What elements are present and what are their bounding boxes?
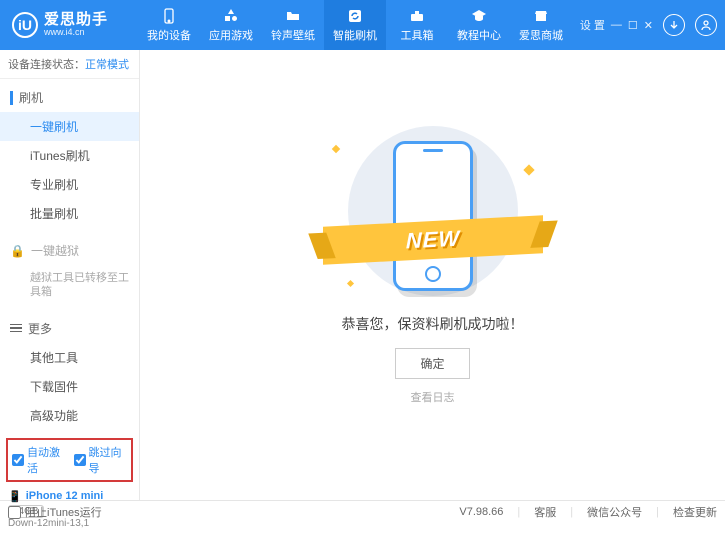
checkbox[interactable] bbox=[74, 454, 86, 466]
settings-label[interactable]: 设 置 bbox=[580, 17, 605, 33]
sidebar-item-firmware[interactable]: 下载固件 bbox=[0, 372, 139, 401]
sidebar-item-pro[interactable]: 专业刷机 bbox=[0, 170, 139, 199]
body: 设备连接状态：正常模式 刷机 一键刷机 iTunes刷机 专业刷机 批量刷机 🔒… bbox=[0, 50, 725, 500]
maximize-button[interactable]: ☐ bbox=[628, 19, 638, 32]
jailbreak-note: 越狱工具已转移至工具箱 bbox=[0, 265, 139, 306]
main-nav: 我的设备 应用游戏 铃声壁纸 智能刷机 工具箱 教程中心 爱思商城 bbox=[138, 0, 580, 50]
logo-icon: iU bbox=[12, 12, 38, 38]
version-label: V7.98.66 bbox=[459, 506, 503, 518]
titlebar: iU 爱思助手 www.i4.cn 我的设备 应用游戏 铃声壁纸 智能刷机 工具… bbox=[0, 0, 725, 50]
connection-status: 设备连接状态：正常模式 bbox=[0, 50, 139, 79]
window-controls: 设 置 — ☐ ✕ bbox=[580, 14, 717, 36]
lock-icon: 🔒 bbox=[10, 244, 25, 258]
check-update-link[interactable]: 检查更新 bbox=[673, 504, 717, 520]
nav-ringtones[interactable]: 铃声壁纸 bbox=[262, 0, 324, 50]
nav-label: 应用游戏 bbox=[209, 27, 253, 43]
sidebar-head-label: 更多 bbox=[28, 320, 52, 337]
sidebar-item-oneclick[interactable]: 一键刷机 bbox=[0, 112, 139, 141]
checkbox[interactable] bbox=[8, 506, 21, 519]
app-title: 爱思助手 bbox=[44, 12, 108, 29]
sidebar-head-flash[interactable]: 刷机 bbox=[0, 83, 139, 112]
sidebar-item-other[interactable]: 其他工具 bbox=[0, 343, 139, 372]
phone-icon: 📱 bbox=[8, 490, 22, 503]
nav-label: 我的设备 bbox=[147, 27, 191, 43]
nav-label: 铃声壁纸 bbox=[271, 27, 315, 43]
menu-icon bbox=[10, 322, 22, 335]
nav-label: 智能刷机 bbox=[333, 27, 377, 43]
conn-label: 设备连接状态： bbox=[8, 59, 85, 71]
nav-toolbox[interactable]: 工具箱 bbox=[386, 0, 448, 50]
block-itunes-check[interactable]: 阻止iTunes运行 bbox=[8, 504, 102, 520]
nav-label: 教程中心 bbox=[457, 27, 501, 43]
bar-icon bbox=[10, 91, 13, 105]
support-link[interactable]: 客服 bbox=[534, 504, 556, 520]
wechat-link[interactable]: 微信公众号 bbox=[587, 504, 642, 520]
apps-icon bbox=[222, 7, 240, 25]
checkbox[interactable] bbox=[12, 454, 24, 466]
nav-label: 爱思商城 bbox=[519, 27, 563, 43]
refresh-icon bbox=[346, 7, 364, 25]
nav-apps[interactable]: 应用游戏 bbox=[200, 0, 262, 50]
success-message: 恭喜您，保资料刷机成功啦！ bbox=[342, 314, 524, 334]
nav-smart-flash[interactable]: 智能刷机 bbox=[324, 0, 386, 50]
sidebar-head-more[interactable]: 更多 bbox=[0, 314, 139, 343]
nav-label: 工具箱 bbox=[401, 27, 434, 43]
sidebar: 设备连接状态：正常模式 刷机 一键刷机 iTunes刷机 专业刷机 批量刷机 🔒… bbox=[0, 50, 140, 500]
user-icon[interactable] bbox=[695, 14, 717, 36]
view-log-link[interactable]: 查看日志 bbox=[411, 389, 455, 405]
app-url: www.i4.cn bbox=[44, 28, 108, 38]
sidebar-item-advanced[interactable]: 高级功能 bbox=[0, 401, 139, 430]
confirm-button[interactable]: 确定 bbox=[395, 348, 469, 379]
success-illustration: NEW bbox=[323, 126, 543, 296]
sidebar-head-label: 一键越狱 bbox=[31, 242, 79, 259]
phone-graphic bbox=[393, 141, 473, 291]
check-skip-guide[interactable]: 跳过向导 bbox=[74, 444, 128, 476]
store-icon bbox=[532, 7, 550, 25]
folder-icon bbox=[284, 7, 302, 25]
nav-my-device[interactable]: 我的设备 bbox=[138, 0, 200, 50]
app-logo: iU 爱思助手 www.i4.cn bbox=[8, 12, 138, 38]
sidebar-head-jailbreak: 🔒 一键越狱 bbox=[0, 236, 139, 265]
sidebar-item-itunes[interactable]: iTunes刷机 bbox=[0, 141, 139, 170]
close-button[interactable]: ✕ bbox=[644, 19, 653, 32]
phone-icon bbox=[160, 7, 178, 25]
device-name: 📱 iPhone 12 mini bbox=[8, 490, 131, 503]
minimize-button[interactable]: — bbox=[611, 19, 622, 31]
option-checks: 自动激活 跳过向导 bbox=[6, 438, 133, 482]
sidebar-item-batch[interactable]: 批量刷机 bbox=[0, 199, 139, 228]
check-auto-activate[interactable]: 自动激活 bbox=[12, 444, 66, 476]
main-content: NEW 恭喜您，保资料刷机成功啦！ 确定 查看日志 bbox=[140, 50, 725, 500]
conn-mode: 正常模式 bbox=[85, 59, 129, 71]
nav-tutorials[interactable]: 教程中心 bbox=[448, 0, 510, 50]
nav-store[interactable]: 爱思商城 bbox=[510, 0, 572, 50]
sidebar-head-label: 刷机 bbox=[19, 89, 43, 106]
graduation-icon bbox=[470, 7, 488, 25]
download-icon[interactable] bbox=[663, 14, 685, 36]
toolbox-icon bbox=[408, 7, 426, 25]
